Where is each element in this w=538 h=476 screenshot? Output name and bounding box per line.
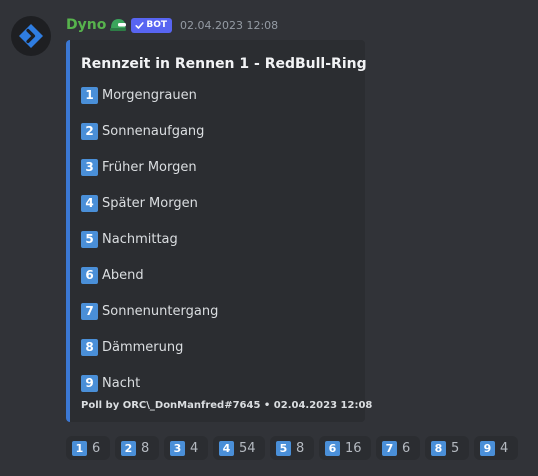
reaction-count: 16	[345, 440, 362, 456]
option-label: Morgengrauen	[102, 87, 197, 103]
keycap-2-icon: 2	[81, 122, 98, 140]
reaction-count: 54	[239, 440, 256, 456]
bot-tag-label: BOT	[146, 19, 167, 30]
reaction-count: 4	[500, 440, 509, 456]
option-label: Sonnenuntergang	[102, 303, 219, 319]
reaction-button[interactable]: 4 54	[213, 436, 265, 460]
keycap-6-icon: 6	[81, 266, 98, 284]
message-timestamp[interactable]: 02.04.2023 12:08	[180, 19, 278, 32]
poll-option: 4 Später Morgen	[81, 194, 198, 212]
poll-embed: Rennzeit in Rennen 1 - RedBull-Ring 1 Mo…	[66, 40, 372, 422]
reaction-count: 6	[402, 440, 411, 456]
option-label: Abend	[102, 267, 144, 283]
reaction-button[interactable]: 5 8	[270, 436, 314, 460]
poll-option: 9 Nacht	[81, 374, 140, 392]
option-label: Dämmerung	[102, 339, 184, 355]
reaction-count: 5	[451, 440, 460, 456]
keycap-1-icon: 1	[72, 440, 87, 456]
reaction-button[interactable]: 7 6	[376, 436, 420, 460]
keycap-1-icon: 1	[81, 86, 98, 104]
option-label: Später Morgen	[102, 195, 198, 211]
poll-option: 7 Sonnenuntergang	[81, 302, 218, 320]
keycap-9-icon: 9	[480, 440, 495, 456]
reaction-button[interactable]: 9 4	[474, 436, 518, 460]
embed-footer: Poll by ORC\_DonManfred#7645 • 02.04.202…	[81, 400, 373, 411]
keycap-7-icon: 7	[382, 440, 397, 456]
reaction-count: 6	[92, 440, 101, 456]
keycap-6-icon: 6	[325, 440, 340, 456]
poll-option: 6 Abend	[81, 266, 144, 284]
reaction-button[interactable]: 8 5	[425, 436, 469, 460]
keycap-8-icon: 8	[81, 338, 98, 356]
keycap-5-icon: 5	[81, 230, 98, 248]
embed-title: Rennzeit in Rennen 1 - RedBull-Ring	[81, 56, 367, 72]
option-label: Früher Morgen	[102, 159, 197, 175]
dyno-logo-icon	[19, 24, 43, 48]
reaction-count: 8	[296, 440, 305, 456]
poll-option: 5 Nachmittag	[81, 230, 178, 248]
reaction-count: 8	[141, 440, 150, 456]
check-icon	[135, 21, 144, 29]
keycap-3-icon: 3	[81, 158, 98, 176]
chat-message: Dyno BOT 02.04.2023 12:08 Rennzeit in Re…	[0, 0, 538, 476]
option-label: Sonnenaufgang	[102, 123, 205, 139]
avatar[interactable]	[11, 16, 51, 56]
reaction-button[interactable]: 2 8	[115, 436, 159, 460]
helmet-icon	[109, 17, 127, 33]
keycap-3-icon: 3	[170, 440, 185, 456]
poll-option: 3 Früher Morgen	[81, 158, 197, 176]
author-name[interactable]: Dyno	[66, 17, 106, 33]
reaction-button[interactable]: 1 6	[66, 436, 110, 460]
poll-option: 2 Sonnenaufgang	[81, 122, 204, 140]
keycap-5-icon: 5	[276, 440, 291, 456]
keycap-7-icon: 7	[81, 302, 98, 320]
reaction-button[interactable]: 6 16	[319, 436, 371, 460]
keycap-2-icon: 2	[121, 440, 136, 456]
keycap-4-icon: 4	[219, 440, 234, 456]
message-header: Dyno BOT 02.04.2023 12:08	[66, 14, 278, 36]
poll-option: 8 Dämmerung	[81, 338, 183, 356]
reaction-button[interactable]: 3 4	[164, 436, 208, 460]
keycap-4-icon: 4	[81, 194, 98, 212]
keycap-9-icon: 9	[81, 374, 98, 392]
bot-tag: BOT	[131, 17, 172, 33]
option-label: Nachmittag	[102, 231, 178, 247]
poll-option: 1 Morgengrauen	[81, 86, 197, 104]
keycap-8-icon: 8	[431, 440, 446, 456]
option-label: Nacht	[102, 375, 141, 391]
reaction-count: 4	[190, 440, 199, 456]
